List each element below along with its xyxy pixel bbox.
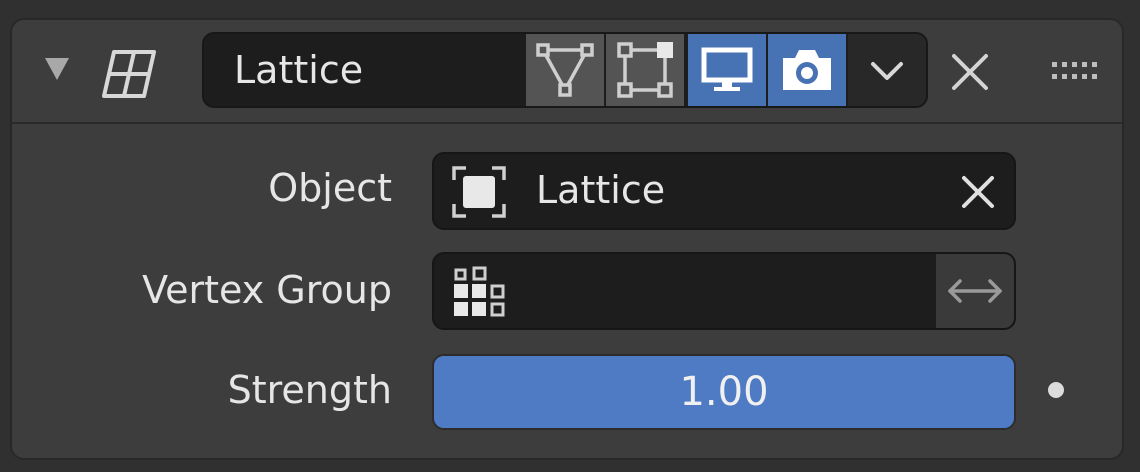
render-toggle[interactable] xyxy=(768,34,846,106)
vertex-group-field[interactable] xyxy=(432,252,1016,330)
lattice-object-icon xyxy=(452,166,506,218)
object-field[interactable]: Lattice xyxy=(432,152,1016,230)
double-arrow-icon xyxy=(948,279,1002,303)
clear-object-close-icon[interactable] xyxy=(960,174,996,210)
modifier-name-text: Lattice xyxy=(234,48,364,92)
modifier-name-field[interactable]: Lattice xyxy=(202,32,928,108)
lattice-modifier-panel: Lattice Object Lattice Vertex Group Stre… xyxy=(10,18,1124,460)
keyframe-dot-icon[interactable] xyxy=(1048,382,1064,398)
strength-label: Strength xyxy=(227,368,392,412)
remove-modifier-close-icon[interactable] xyxy=(948,50,992,94)
modifier-menu-dropdown[interactable] xyxy=(848,34,926,106)
camera-icon xyxy=(783,50,831,90)
strength-value: 1.00 xyxy=(679,369,769,415)
chevron-down-icon xyxy=(871,62,903,80)
edit-mode-triangle-icon xyxy=(536,43,594,97)
vertex-group-label: Vertex Group xyxy=(142,268,392,312)
on-cage-vertices-icon xyxy=(617,42,673,98)
viewport-display-toggle[interactable] xyxy=(688,34,766,106)
modifier-header: Lattice xyxy=(12,20,1122,124)
object-label: Object xyxy=(268,166,392,210)
edit-mode-toggle[interactable] xyxy=(526,34,604,106)
monitor-icon xyxy=(701,47,753,91)
lattice-modifier-icon xyxy=(102,50,156,98)
on-cage-toggle[interactable] xyxy=(606,34,684,106)
object-value: Lattice xyxy=(536,168,666,212)
vertex-group-icon xyxy=(454,266,505,317)
invert-vertex-group-button[interactable] xyxy=(936,254,1014,328)
collapse-arrow-icon[interactable] xyxy=(45,58,69,80)
drag-handle-icon[interactable] xyxy=(1050,60,1098,84)
strength-slider[interactable]: 1.00 xyxy=(432,354,1016,430)
